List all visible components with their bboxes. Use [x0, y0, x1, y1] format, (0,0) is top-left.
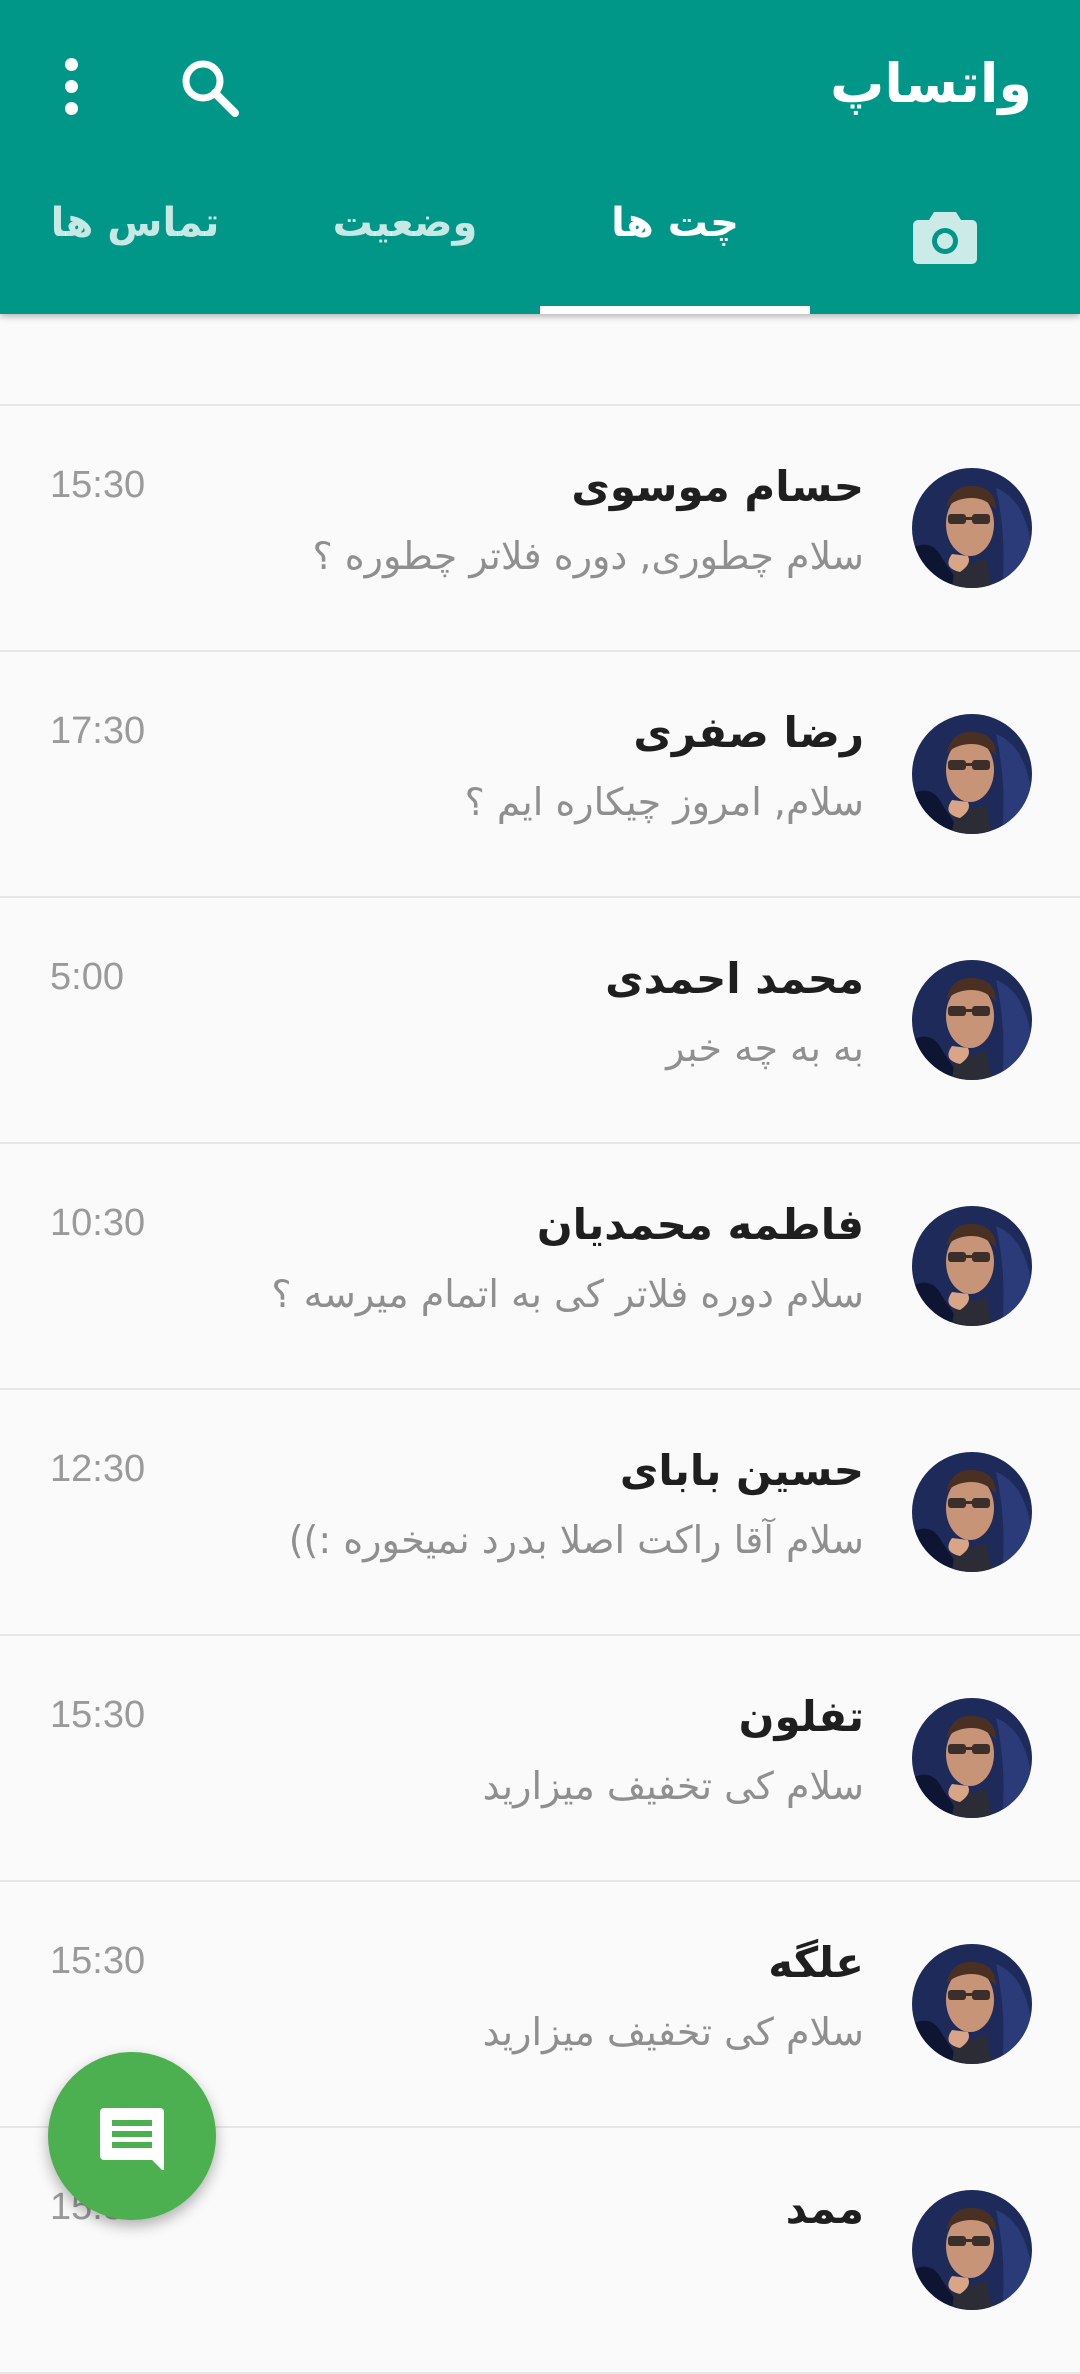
chat-name: حسام موسوی [571, 462, 864, 511]
tab-camera[interactable] [810, 204, 1080, 274]
list-spacer [0, 314, 1080, 406]
tab-chats[interactable]: چت ها [540, 200, 810, 300]
chat-time: 10:30 [50, 1202, 146, 1244]
chat-time: 17:30 [50, 710, 146, 752]
chat-list-item[interactable]: حسین بابای سلام آقا راکت اصلا بدرد نمیخو… [0, 1390, 1080, 1636]
chat-last-message: سلام کی تخفیف میزارید [482, 1764, 864, 1808]
chat-time: 5:00 [50, 956, 124, 998]
chat-list-item[interactable]: تفلون سلام کی تخفیف میزارید 15:30 [0, 1636, 1080, 1882]
chat-list-item[interactable]: حسام موسوی سلام چطوری, دوره فلاتر چطوره … [0, 406, 1080, 652]
camera-icon [912, 208, 978, 276]
chat-last-message: سلام, امروز چیکاره ایم ؟ [464, 780, 864, 824]
chat-time: 15:30 [50, 464, 146, 506]
chat-name: محمد احمدی [605, 954, 864, 1003]
app-bar: واتساپ چت ها وضعیت تماس ها [0, 0, 1080, 314]
chat-name: حسین بابای [619, 1446, 864, 1495]
avatar[interactable] [912, 2190, 1032, 2310]
chat-name: ممد [785, 2184, 864, 2233]
search-icon[interactable] [178, 56, 242, 120]
avatar[interactable] [912, 714, 1032, 834]
chat-name: علگه [768, 1938, 864, 1987]
chat-name: تفلون [738, 1692, 864, 1741]
chat-list-item[interactable]: محمد احمدی به به چه خبر 5:00 [0, 898, 1080, 1144]
chat-list-item[interactable]: رضا صفری سلام, امروز چیکاره ایم ؟ 17:30 [0, 652, 1080, 898]
chat-list-item[interactable]: فاطمه محمدیان سلام دوره فلاتر کی به اتما… [0, 1144, 1080, 1390]
tab-status[interactable]: وضعیت [270, 200, 540, 300]
chat-last-message: سلام چطوری, دوره فلاتر چطوره ؟ [312, 534, 864, 578]
chat-time: 15:30 [50, 1940, 146, 1982]
chat-time: 12:30 [50, 1448, 146, 1490]
avatar[interactable] [912, 468, 1032, 588]
avatar[interactable] [912, 1206, 1032, 1326]
chat-last-message: به به چه خبر [666, 1026, 864, 1070]
chat-last-message: سلام کی تخفیف میزارید [482, 2010, 864, 2054]
avatar[interactable] [912, 960, 1032, 1080]
active-tab-indicator [540, 306, 810, 314]
avatar[interactable] [912, 1452, 1032, 1572]
chat-time: 15:30 [50, 1694, 146, 1736]
app-title: واتساپ [830, 52, 1032, 115]
chat-name: فاطمه محمدیان [536, 1200, 864, 1249]
chat-last-message: سلام آقا راکت اصلا بدرد نمیخوره :)) [288, 1518, 864, 1562]
avatar[interactable] [912, 1944, 1032, 2064]
new-chat-icon [100, 2108, 164, 2170]
avatar[interactable] [912, 1698, 1032, 1818]
chat-name: رضا صفری [633, 708, 864, 757]
chat-last-message: سلام دوره فلاتر کی به اتمام میرسه ؟ [271, 1272, 864, 1316]
new-chat-button[interactable] [48, 2052, 216, 2220]
more-vertical-icon[interactable] [52, 56, 92, 116]
tab-calls[interactable]: تماس ها [0, 200, 270, 300]
